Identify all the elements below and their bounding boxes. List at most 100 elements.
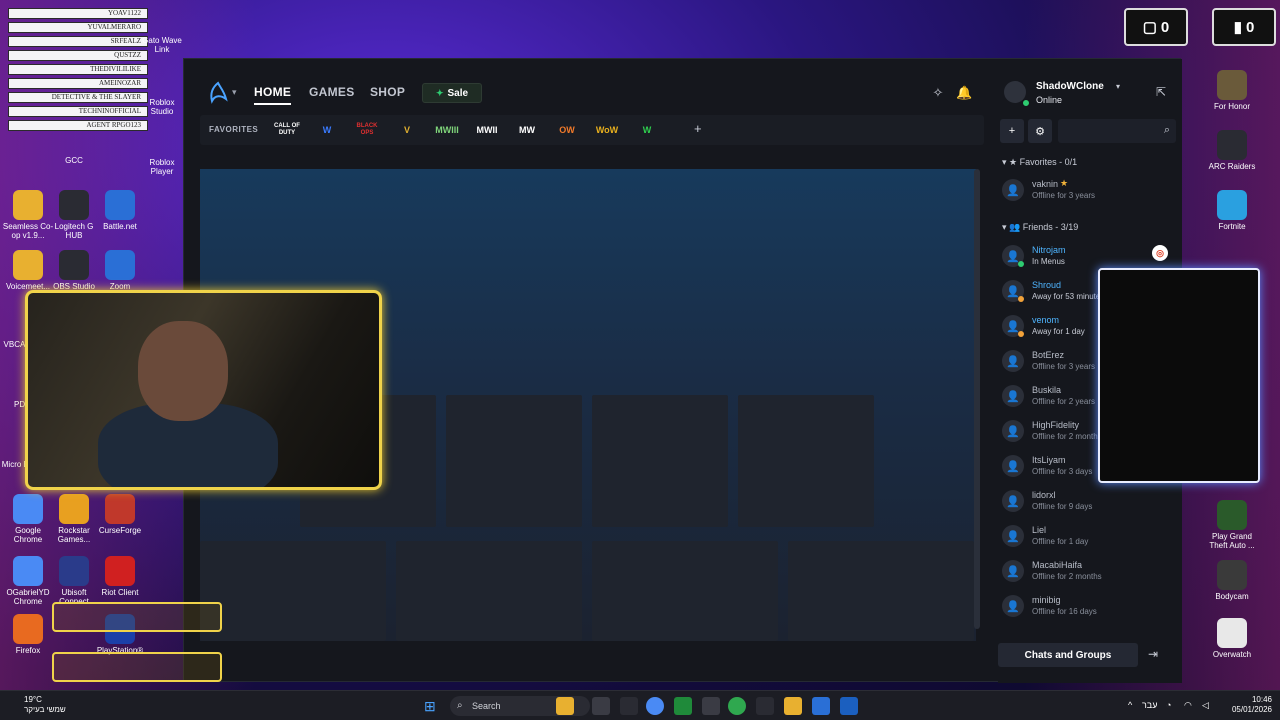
battlenet-logo-icon[interactable] — [206, 81, 230, 105]
overwatch-icon: ◎ — [1152, 245, 1168, 261]
user-name[interactable]: ShadoWClone — [1036, 81, 1104, 92]
chats-and-groups-button[interactable]: Chats and Groups — [998, 643, 1138, 667]
chevron-down-icon[interactable]: ▾ — [1116, 82, 1120, 91]
excel-icon[interactable] — [674, 697, 692, 715]
stream-counter-left: ▢ 0 — [1124, 8, 1188, 46]
favorite-game-icon[interactable]: CALL OF DUTY — [272, 119, 302, 141]
chevron-up-icon[interactable]: ^ — [1128, 700, 1132, 710]
friend-avatar-icon: 👤 — [1002, 350, 1024, 372]
add-friend-button[interactable]: + — [1000, 119, 1024, 143]
favorite-game-icon[interactable]: OW — [552, 119, 582, 141]
forhonor-icon — [1217, 70, 1247, 100]
nav-games[interactable]: GAMES — [309, 85, 355, 99]
windows-start-icon[interactable]: ⊞ — [424, 698, 440, 714]
square-icon: ▢ — [1142, 19, 1157, 36]
loading-card — [592, 395, 728, 527]
favorite-game-icon[interactable]: W — [632, 119, 662, 141]
desktop-icon[interactable]: Fortnite — [1204, 190, 1260, 231]
desktop-icon-label[interactable]: Roblox Studio — [140, 98, 184, 116]
stream-frame-overlay — [1098, 268, 1260, 483]
friend-row[interactable]: 👤 minibig Offline for 16 days — [998, 591, 1182, 625]
desktop-icon[interactable]: CurseForge — [92, 494, 148, 535]
chrome-icon[interactable] — [646, 697, 664, 715]
taskbar-clock[interactable]: 10:46 05/01/2026 — [1226, 695, 1272, 715]
wifi-icon[interactable]: ◠ — [1184, 700, 1192, 711]
outlook-icon[interactable] — [812, 697, 830, 715]
user-status: Online — [1036, 95, 1063, 105]
friend-row[interactable]: 👤 lidorxl Offline for 9 days — [998, 486, 1182, 520]
overlay-row: SRFEALZ — [8, 36, 148, 47]
friend-name: venom — [1032, 315, 1060, 325]
friend-name: Liel — [1032, 525, 1047, 535]
media-icon[interactable] — [756, 697, 774, 715]
arc-icon — [1217, 130, 1247, 160]
desktop-icon-label[interactable]: Gato Wave Link — [140, 36, 184, 54]
desktop-icon-label[interactable]: GCC — [52, 156, 96, 165]
task-view-icon[interactable] — [592, 697, 610, 715]
collapse-panel-icon[interactable]: ⇥ — [1148, 647, 1158, 661]
desktop-icon[interactable]: Bodycam — [1204, 560, 1260, 601]
desktop-icon[interactable]: Riot Client — [92, 556, 148, 597]
desktop-icon[interactable]: For Honor — [1204, 70, 1260, 111]
friend-status: In Menus — [1032, 257, 1065, 266]
overlay-row: DETECTIVE & THE SLAYER — [8, 92, 148, 103]
battlenet-icon — [105, 190, 135, 220]
friend-row[interactable]: 👤 Liel Offline for 1 day — [998, 521, 1182, 555]
overlay-row: AMEINOZAR — [8, 78, 148, 89]
desktop-icon-label: Battle.net — [103, 222, 137, 231]
store-icon[interactable] — [702, 697, 720, 715]
favorite-game-icon[interactable]: V — [392, 119, 422, 141]
favorites-section-header[interactable]: ▾ ★ Favorites - 0/1 — [1002, 157, 1077, 168]
favorites-label: FAVORITES — [209, 125, 259, 134]
taskbar-widget-icon[interactable] — [556, 697, 574, 715]
friend-status: Offline for 2 years — [1032, 397, 1095, 406]
desktop-icon[interactable]: Battle.net — [92, 190, 148, 231]
favorite-game-icon[interactable]: WoW — [592, 119, 622, 141]
volume-icon[interactable]: ◁ — [1202, 700, 1209, 711]
friend-row[interactable]: 👤 vaknin ★ Offline for 3 years — [998, 175, 1182, 209]
manage-friends-button[interactable]: ⚙ — [1028, 119, 1052, 143]
weather-widget[interactable]: 19°C שמשי בעיקר — [24, 695, 66, 715]
favorite-game-icon[interactable]: BLACK OPS — [352, 119, 382, 141]
friend-status: Offline for 2 months — [1032, 572, 1102, 581]
friend-name: Buskila — [1032, 385, 1062, 395]
friends-search-input[interactable]: ⌕ — [1058, 119, 1176, 143]
bell-icon[interactable]: 🔔 — [956, 85, 972, 101]
overlay-row: YOAV1122 — [8, 8, 148, 19]
friend-status: Away for 1 day — [1032, 327, 1085, 336]
bodycam-icon — [1217, 560, 1247, 590]
desktop-icon-label[interactable]: Roblox Player — [140, 158, 184, 176]
friend-status: Offline for 3 years — [1032, 362, 1095, 371]
friend-row[interactable]: 👤 MacabiHaifa Offline for 2 months — [998, 556, 1182, 590]
favorite-game-icon[interactable]: MWIII — [432, 119, 462, 141]
xbox-icon[interactable] — [728, 697, 746, 715]
overlay-row: THEDIVILILIKE — [8, 64, 148, 75]
desktop-icon[interactable]: Overwatch — [1204, 618, 1260, 659]
add-favorite-icon[interactable]: + — [694, 121, 702, 136]
desktop-icon[interactable]: ARC Raiders — [1204, 130, 1260, 171]
sale-button[interactable]: ✦ Sale — [422, 83, 482, 103]
nav-home[interactable]: HOME — [254, 85, 292, 105]
chevron-down-icon[interactable]: ▾ — [232, 87, 237, 98]
favorite-game-icon[interactable]: W — [312, 119, 342, 141]
desktop-icon[interactable]: Zoom — [92, 250, 148, 291]
nav-shop[interactable]: SHOP — [370, 85, 405, 99]
steam-icon[interactable] — [620, 697, 638, 715]
network-icon[interactable]: ◔ — [1166, 700, 1171, 710]
friends-section-header[interactable]: ▾ 👥 Friends - 3/19 — [1002, 222, 1078, 233]
battlenet-taskbar-icon[interactable] — [840, 697, 858, 715]
content-scrollbar[interactable] — [974, 169, 980, 629]
obs-icon — [59, 250, 89, 280]
desktop-icon[interactable]: Firefox — [0, 614, 56, 655]
file-explorer-icon[interactable] — [784, 697, 802, 715]
favorite-game-icon[interactable]: MW — [512, 119, 542, 141]
loading-card — [200, 541, 386, 641]
language-indicator[interactable]: עבר — [1142, 700, 1157, 710]
chevron-down-icon: ▾ — [1002, 222, 1007, 232]
desktop-icon[interactable]: Play Grand Theft Auto ... — [1204, 500, 1260, 550]
sparkle-icon[interactable]: ✧ — [930, 85, 946, 101]
friend-avatar-icon: 👤 — [1002, 420, 1024, 442]
search-icon: ⌕ — [457, 700, 463, 711]
favorite-game-icon[interactable]: MWII — [472, 119, 502, 141]
popout-icon[interactable]: ⇱ — [1156, 85, 1166, 99]
